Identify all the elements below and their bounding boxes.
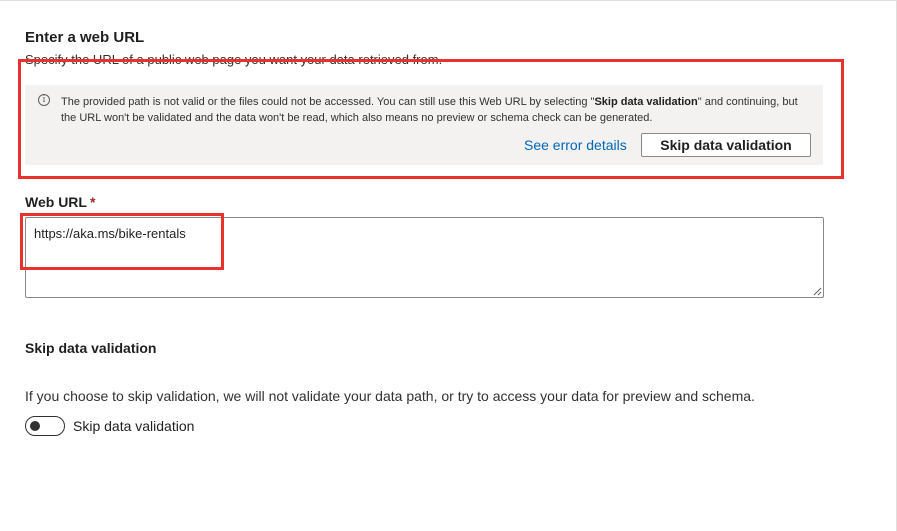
warning-message: The provided path is not valid or the fi… <box>61 94 801 126</box>
see-error-details-link[interactable]: See error details <box>524 137 627 153</box>
web-url-input[interactable]: https://aka.ms/bike-rentals <box>25 217 824 298</box>
skip-validation-description: If you choose to skip validation, we wil… <box>25 388 755 404</box>
web-url-label-text: Web URL <box>25 194 87 210</box>
section-title: Enter a web URL <box>25 29 145 46</box>
skip-validation-heading: Skip data validation <box>25 340 157 356</box>
section-description: Specify the URL of a public web page you… <box>25 52 443 67</box>
validation-warning-bar: i The provided path is not valid or the … <box>25 85 823 165</box>
web-url-value: https://aka.ms/bike-rentals <box>34 226 186 241</box>
warning-text-before: The provided path is not valid or the fi… <box>61 96 595 108</box>
skip-data-validation-button[interactable]: Skip data validation <box>641 133 811 157</box>
info-icon: i <box>38 94 50 106</box>
skip-validation-toggle[interactable] <box>25 416 65 436</box>
skip-validation-toggle-label: Skip data validation <box>73 418 195 434</box>
web-url-label: Web URL * <box>25 194 95 210</box>
top-border <box>0 0 897 1</box>
toggle-knob <box>30 421 40 431</box>
resize-grip-icon[interactable] <box>813 287 822 296</box>
required-marker: * <box>89 194 96 210</box>
warning-text-bold: Skip data validation <box>594 96 698 108</box>
